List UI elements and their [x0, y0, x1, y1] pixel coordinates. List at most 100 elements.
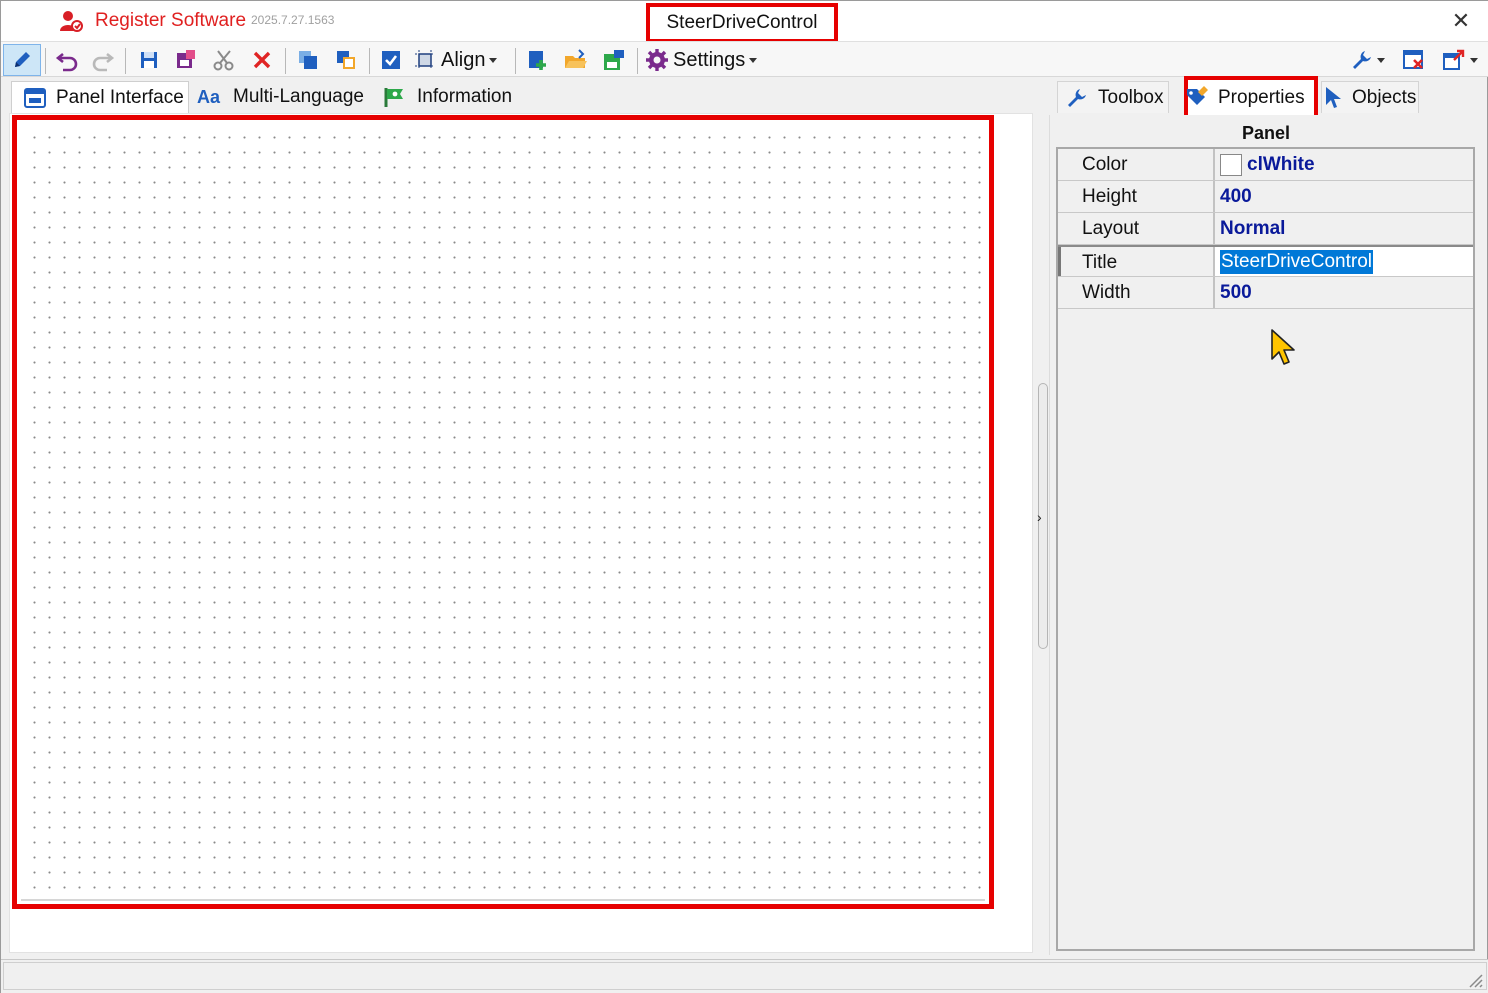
- close-panel-button[interactable]: [1399, 46, 1429, 74]
- property-name: Color: [1058, 149, 1215, 180]
- status-panel: [3, 962, 1487, 990]
- info-flag-icon: [383, 86, 407, 108]
- toolbar: Align Settings: [1, 41, 1488, 77]
- selected-title-text: SteerDriveControl: [1220, 249, 1373, 274]
- export-button[interactable]: [599, 46, 629, 74]
- save-button[interactable]: [135, 46, 163, 74]
- send-back-icon: [334, 48, 358, 72]
- chevron-down-icon: [1470, 57, 1478, 63]
- title-bar: Register Software 2025.7.27.1563 SteerDr…: [1, 1, 1488, 43]
- tab-multi-language[interactable]: Aa Multi-Language: [193, 81, 373, 113]
- add-form-button[interactable]: [523, 46, 553, 74]
- property-name: Height: [1058, 181, 1215, 212]
- property-value[interactable]: clWhite: [1215, 149, 1473, 180]
- app-window: Register Software 2025.7.27.1563 SteerDr…: [0, 0, 1488, 993]
- bring-front-icon: [296, 48, 320, 72]
- svg-text:Aa: Aa: [197, 87, 221, 107]
- undo-button[interactable]: [53, 46, 81, 74]
- save-as-icon: [174, 48, 198, 72]
- version-label: 2025.7.27.1563: [251, 13, 335, 27]
- tab-label: Multi-Language: [233, 86, 364, 107]
- redo-button[interactable]: [89, 46, 117, 74]
- tools-wrench-icon: [1351, 49, 1373, 71]
- mouse-cursor-icon: [1269, 328, 1299, 373]
- property-value-text: clWhite: [1247, 154, 1315, 175]
- delete-button[interactable]: [247, 46, 277, 74]
- panel-canvas[interactable]: [12, 115, 994, 909]
- property-row-width[interactable]: Width 500: [1058, 277, 1473, 309]
- tools-dropdown[interactable]: [1347, 46, 1389, 74]
- send-to-back-button[interactable]: [331, 46, 361, 74]
- property-row-height[interactable]: Height 400: [1058, 181, 1473, 213]
- tab-information[interactable]: Information: [379, 81, 519, 113]
- checkbox-tool-button[interactable]: [377, 46, 405, 74]
- export-icon: [602, 48, 626, 72]
- tab-properties[interactable]: Properties: [1184, 76, 1318, 120]
- property-name: Width: [1058, 277, 1215, 308]
- wrench-icon: [1066, 87, 1088, 109]
- undo-icon: [55, 48, 79, 72]
- cut-button[interactable]: [209, 46, 239, 74]
- add-form-icon: [526, 48, 550, 72]
- property-value[interactable]: 500: [1215, 277, 1473, 308]
- register-software-link[interactable]: Register Software: [95, 10, 246, 32]
- resize-grip-icon[interactable]: [1465, 970, 1483, 988]
- window-title: SteerDriveControl: [646, 3, 838, 43]
- toolbar-separator: [285, 48, 286, 74]
- font-aa-icon: Aa: [197, 87, 223, 107]
- close-button[interactable]: ✕: [1447, 7, 1475, 35]
- delete-icon: [251, 49, 273, 71]
- toolbar-separator: [45, 48, 46, 74]
- tab-label: Objects: [1352, 86, 1417, 108]
- canvas-grid: [27, 130, 987, 900]
- tab-label: Properties: [1218, 87, 1305, 108]
- pointer-icon: [1324, 86, 1342, 110]
- property-value-text: 400: [1220, 186, 1252, 207]
- export-window-icon: [1442, 48, 1466, 72]
- tab-label: Toolbox: [1098, 86, 1164, 108]
- property-row-title[interactable]: Title SteerDriveControl: [1058, 245, 1473, 277]
- pen-tag-icon: [1184, 86, 1208, 110]
- status-bar: [1, 959, 1488, 993]
- toolbar-separator: [515, 48, 516, 74]
- tab-objects[interactable]: Objects: [1321, 81, 1419, 113]
- settings-gear-icon: [645, 48, 669, 72]
- tab-label: Information: [417, 86, 513, 107]
- bring-to-front-button[interactable]: [293, 46, 323, 74]
- settings-dropdown[interactable]: Settings: [645, 46, 763, 74]
- edit-mode-button[interactable]: [3, 44, 41, 76]
- open-button[interactable]: [561, 46, 591, 74]
- checkbox-icon: [380, 49, 402, 71]
- save-icon: [138, 49, 160, 71]
- chevron-down-icon: [489, 57, 498, 63]
- title-value-input[interactable]: SteerDriveControl: [1215, 247, 1473, 276]
- property-name: Layout: [1058, 213, 1215, 244]
- property-row-color[interactable]: Color clWhite: [1058, 149, 1473, 181]
- property-value-text: Normal: [1220, 218, 1286, 239]
- tab-toolbox[interactable]: Toolbox: [1057, 81, 1169, 113]
- property-row-layout[interactable]: Layout Normal: [1058, 213, 1473, 245]
- export-window-dropdown[interactable]: [1439, 46, 1481, 74]
- color-swatch: [1220, 153, 1242, 176]
- edit-icon: [11, 49, 33, 71]
- property-grid: Color clWhite Height 400 Layout Normal T…: [1056, 147, 1475, 951]
- redo-icon: [91, 48, 115, 72]
- property-value-text: 500: [1220, 282, 1252, 303]
- settings-label: Settings: [673, 48, 746, 71]
- property-name: Title: [1058, 247, 1215, 276]
- register-user-icon[interactable]: [59, 9, 83, 33]
- toolbar-separator: [637, 48, 638, 74]
- tab-label: Panel Interface: [56, 86, 184, 108]
- align-dropdown[interactable]: Align: [413, 46, 509, 74]
- canvas-bottom-edge: [21, 899, 985, 901]
- properties-header: Panel: [1241, 123, 1291, 143]
- property-value[interactable]: 400: [1215, 181, 1473, 212]
- save-as-button[interactable]: [171, 46, 201, 74]
- cut-icon: [212, 48, 236, 72]
- property-value[interactable]: Normal: [1215, 213, 1473, 244]
- open-folder-icon: [563, 48, 589, 72]
- panel-icon: [24, 87, 46, 108]
- chevron-right-icon[interactable]: ›: [1037, 509, 1042, 525]
- tab-panel-interface[interactable]: Panel Interface: [11, 81, 189, 113]
- align-label: Align: [441, 48, 486, 71]
